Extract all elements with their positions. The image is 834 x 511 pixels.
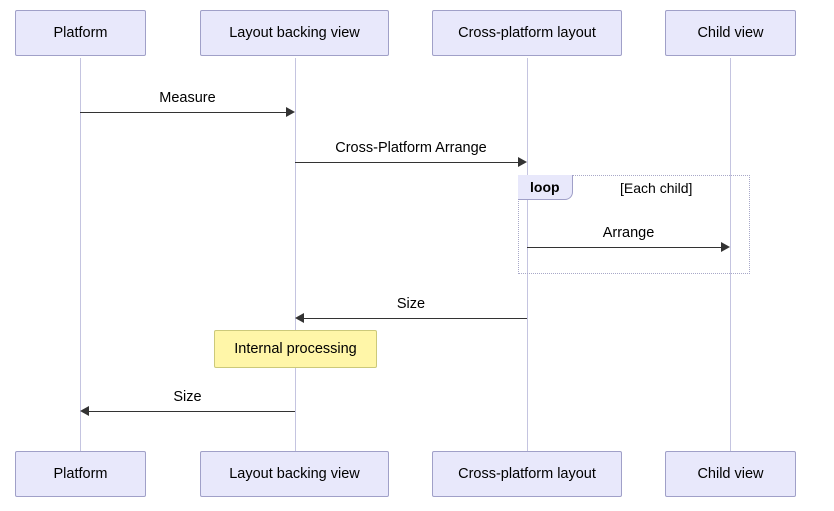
message-size-2-label: Size xyxy=(80,389,295,405)
participant-cross-platform-layout-bottom: Cross-platform layout xyxy=(432,451,622,497)
note-label: Internal processing xyxy=(234,341,357,357)
participant-child-view-bottom: Child view xyxy=(665,451,796,497)
participant-platform-bottom: Platform xyxy=(15,451,146,497)
participant-label: Child view xyxy=(697,466,763,482)
message-size-1-line xyxy=(304,318,527,319)
lifeline-layout-backing-view xyxy=(295,58,296,451)
loop-tag: loop xyxy=(518,175,573,200)
note-internal-processing: Internal processing xyxy=(214,330,377,368)
message-arrange-line xyxy=(527,247,721,248)
loop-tag-label: loop xyxy=(530,179,560,195)
arrow-left-icon xyxy=(80,406,89,416)
message-size-1-label: Size xyxy=(295,296,527,312)
arrow-left-icon xyxy=(295,313,304,323)
arrow-right-icon xyxy=(721,242,730,252)
message-measure-label: Measure xyxy=(80,90,295,106)
participant-cross-platform-layout-top: Cross-platform layout xyxy=(432,10,622,56)
loop-condition: [Each child] xyxy=(620,180,692,196)
participant-label: Platform xyxy=(54,466,108,482)
participant-label: Platform xyxy=(54,25,108,41)
participant-platform-top: Platform xyxy=(15,10,146,56)
participant-layout-backing-view-top: Layout backing view xyxy=(200,10,389,56)
participant-label: Child view xyxy=(697,25,763,41)
arrow-right-icon xyxy=(286,107,295,117)
message-measure-line xyxy=(80,112,286,113)
participant-label: Cross-platform layout xyxy=(458,466,596,482)
participant-layout-backing-view-bottom: Layout backing view xyxy=(200,451,389,497)
message-cross-platform-arrange-line xyxy=(295,162,518,163)
message-arrange-label: Arrange xyxy=(527,225,730,241)
participant-label: Layout backing view xyxy=(229,25,360,41)
participant-child-view-top: Child view xyxy=(665,10,796,56)
message-cross-platform-arrange-label: Cross-Platform Arrange xyxy=(295,140,527,156)
participant-label: Layout backing view xyxy=(229,466,360,482)
participant-label: Cross-platform layout xyxy=(458,25,596,41)
arrow-right-icon xyxy=(518,157,527,167)
message-size-2-line xyxy=(89,411,295,412)
